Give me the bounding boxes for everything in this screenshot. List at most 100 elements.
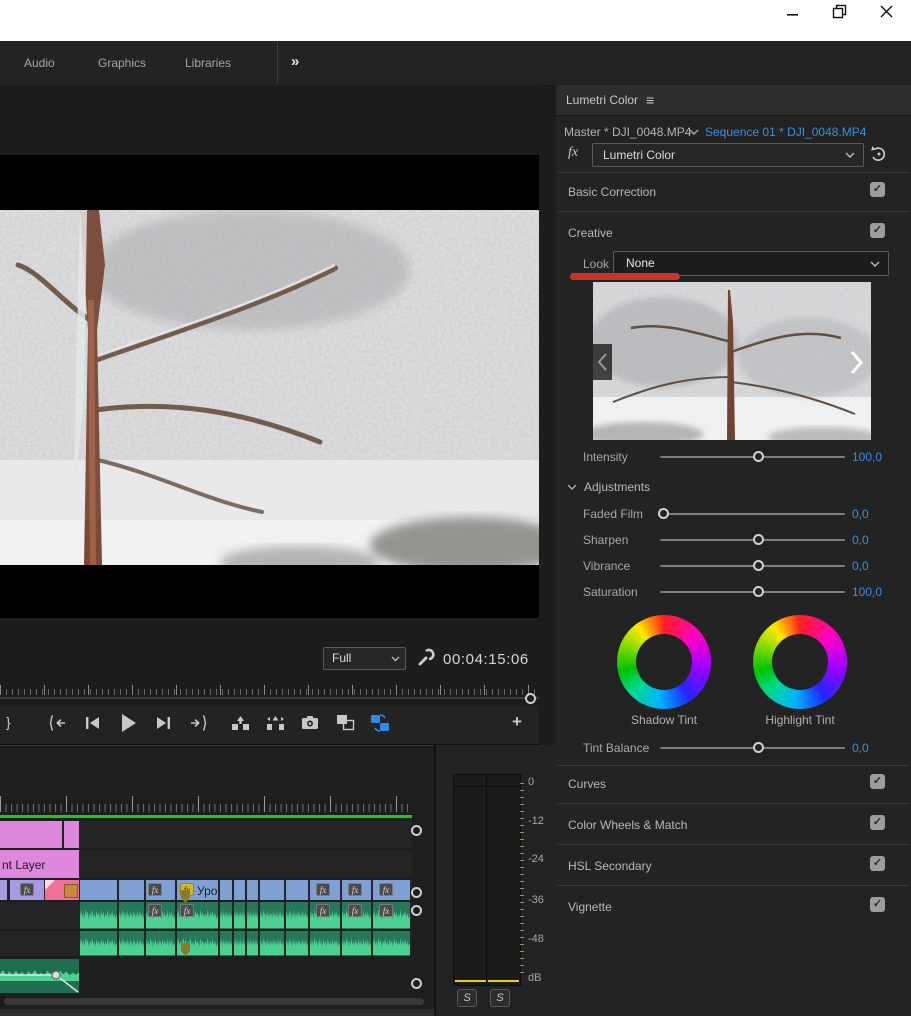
section-vignette[interactable]: Vignette [568,900,612,914]
go-to-out-icon[interactable] [189,715,207,731]
color-wheels-checkbox[interactable]: ✓ [870,815,885,830]
intensity-value[interactable]: 100,0 [852,450,882,464]
video-clip[interactable]: fx [146,880,175,900]
vibrance-value[interactable]: 0,0 [852,559,869,573]
audio-clip[interactable] [342,931,371,956]
multi-camera-icon[interactable] [336,714,355,731]
video-clip[interactable] [0,880,7,900]
audio-clip[interactable]: fx [310,902,340,929]
chevron-down-icon[interactable] [689,129,699,136]
audio-clip[interactable] [80,902,117,929]
video-clip[interactable] [64,821,79,848]
video-clip[interactable] [80,880,117,900]
section-creative[interactable]: Creative [568,226,613,240]
section-basic-correction[interactable]: Basic Correction [568,185,656,199]
faded-film-value[interactable]: 0,0 [852,507,869,521]
fx-badge[interactable]: fx [316,904,330,917]
video-clip[interactable] [260,880,284,900]
audio-clip[interactable] [220,931,232,956]
video-clip[interactable] [247,880,258,900]
solo-button-left[interactable]: S [457,989,477,1007]
effect-dropdown[interactable]: Lumetri Color [592,143,864,167]
look-prev-button[interactable] [593,344,612,380]
highlight-tint-wheel[interactable] [753,615,847,709]
master-clip-label[interactable]: Master * DJI_0048.MP4 [564,125,691,139]
slider-knob[interactable] [753,742,764,753]
restore-icon[interactable] [832,4,848,20]
video-clip[interactable]: fx [310,880,340,900]
basic-correction-checkbox[interactable]: ✓ [870,182,885,197]
curves-checkbox[interactable]: ✓ [870,774,885,789]
shadow-tint-wheel[interactable] [617,615,711,709]
fx-badge[interactable]: fx [379,904,393,917]
timeline-horizontal-scrollbar[interactable] [4,998,424,1005]
video-clip[interactable]: fx [342,880,371,900]
tab-libraries[interactable]: Libraries [185,56,231,70]
panel-title[interactable]: Lumetri Color [566,93,638,107]
mark-out-icon[interactable]: } [6,714,11,730]
scroll-handle[interactable] [411,905,422,916]
sharpen-slider[interactable] [660,539,845,541]
audio-clip[interactable] [247,902,258,929]
slider-knob[interactable] [753,451,764,462]
saturation-value[interactable]: 100,0 [852,585,882,599]
slider-knob[interactable] [753,586,764,597]
section-color-wheels-match[interactable]: Color Wheels & Match [568,818,687,832]
reset-effect-icon[interactable] [868,144,886,162]
wheel-center[interactable] [636,634,692,690]
fx-badge[interactable]: fx [348,904,362,917]
panel-menu-icon[interactable]: ≡ [646,92,654,108]
look-next-button[interactable] [845,344,871,380]
audio-clip[interactable] [310,931,340,956]
comparison-view-icon[interactable] [370,714,390,732]
video-clip[interactable] [119,880,144,900]
tab-overflow-icon[interactable]: » [291,53,299,70]
slider-knob[interactable] [658,508,669,519]
audio-clip[interactable]: fx [373,902,410,929]
video-clip[interactable] [286,880,308,900]
fx-badge[interactable]: fx [148,904,162,917]
slider-knob[interactable] [753,534,764,545]
audio-clip[interactable] [247,931,258,956]
audio-clip[interactable] [146,931,175,956]
audio-clip[interactable] [234,902,245,929]
fx-badge[interactable]: fx [379,883,393,896]
video-clip[interactable] [234,880,245,900]
hsl-secondary-checkbox[interactable]: ✓ [870,856,885,871]
go-to-in-icon[interactable] [49,715,67,731]
audio-clip[interactable] [119,902,144,929]
video-clip[interactable] [220,880,232,900]
fx-badge[interactable]: fx [148,883,162,896]
zoom-level-dropdown[interactable]: Full [323,647,406,670]
button-editor-plus-icon[interactable]: + [512,712,522,732]
scroll-handle[interactable] [411,887,422,898]
tint-balance-slider[interactable] [660,747,845,749]
intensity-slider[interactable] [660,456,845,458]
tab-graphics[interactable]: Graphics [98,56,146,70]
video-clip[interactable]: fx [10,880,44,900]
fx-badge[interactable]: fx [348,883,362,896]
music-clip[interactable] [0,959,79,993]
vignette-checkbox[interactable]: ✓ [870,897,885,912]
close-icon[interactable] [879,4,894,19]
export-frame-icon[interactable] [301,715,319,730]
sequence-clip-label[interactable]: Sequence 01 * DJI_0048.MP4 [705,125,866,139]
fx-badge[interactable]: fx [180,904,194,917]
audio-clip[interactable] [260,931,284,956]
audio-clip[interactable] [220,902,232,929]
monitor-scrollbar-handle[interactable] [525,693,536,704]
audio-clip[interactable]: fx [146,902,175,929]
saturation-slider[interactable] [660,591,845,593]
faded-film-slider[interactable] [660,513,845,515]
video-clip[interactable]: fx [373,880,410,900]
scroll-handle[interactable] [411,825,422,836]
tab-audio[interactable]: Audio [24,56,55,70]
video-clip[interactable] [0,821,62,848]
audio-clip[interactable] [373,931,410,956]
solo-button-right[interactable]: S [490,989,510,1007]
section-curves[interactable]: Curves [568,777,606,791]
section-hsl-secondary[interactable]: HSL Secondary [568,859,652,873]
wheel-center[interactable] [772,634,828,690]
scroll-handle[interactable] [411,978,422,989]
audio-clip[interactable] [286,931,308,956]
